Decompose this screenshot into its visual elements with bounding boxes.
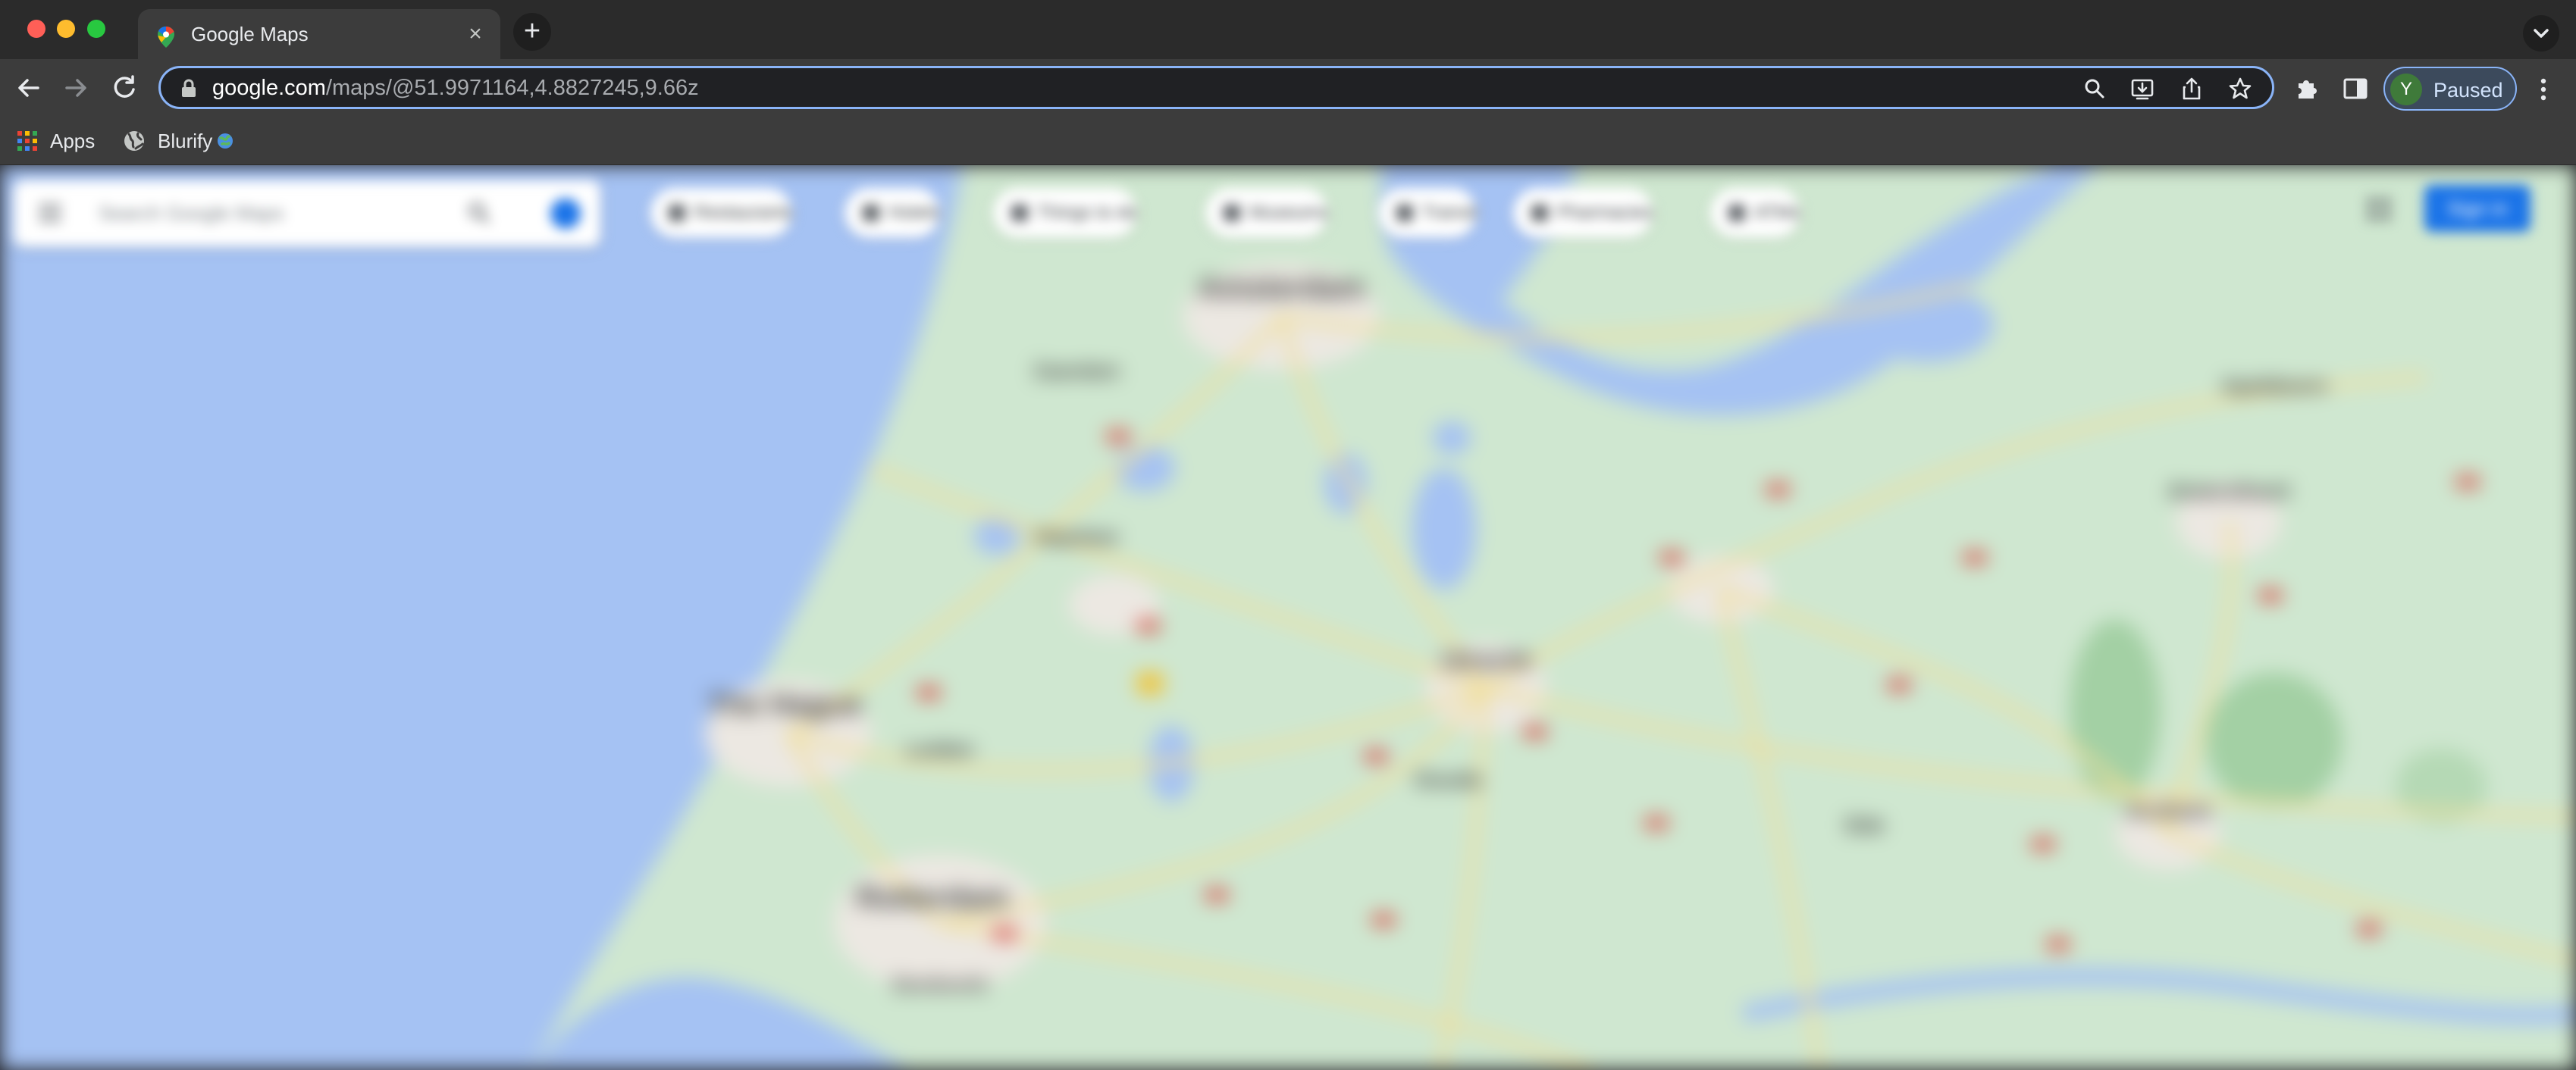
tab-title: Google Maps <box>191 23 309 45</box>
chip-hotels[interactable]: Hotels <box>845 188 941 238</box>
profile-button[interactable]: Y Paused <box>2383 67 2517 111</box>
map-search-box[interactable]: Search Google Maps <box>14 180 600 247</box>
directions-icon[interactable] <box>550 199 581 229</box>
bookmarks-bar: Apps Blurify <box>0 118 2576 165</box>
address-bar[interactable]: google.com/maps/@51.9971164,4.8827245,9.… <box>158 66 2274 109</box>
window-maximize-button[interactable] <box>87 20 105 38</box>
place-label: Utrecht <box>1440 646 1531 675</box>
window-close-button[interactable] <box>27 20 45 38</box>
share-icon[interactable] <box>2179 76 2205 102</box>
star-icon[interactable] <box>2227 76 2253 102</box>
place-label: Arnhem <box>2125 799 2211 824</box>
install-icon[interactable] <box>2129 76 2155 102</box>
url-host: google.com <box>212 76 326 100</box>
bookmark-label: Apps <box>50 129 96 152</box>
sign-in-button[interactable]: Sign in <box>2424 185 2531 232</box>
place-label: Rotterdam <box>857 881 1008 915</box>
map-canvas[interactable]: Amsterdam Utrecht The Hague Rotterdam Leiden… <box>0 165 2576 1070</box>
url-text: google.com/maps/@51.9971164,4.8827245,9.… <box>212 76 699 101</box>
search-icon[interactable] <box>2082 76 2107 102</box>
forest <box>2070 620 2161 802</box>
place-label: Amersfoort <box>2167 479 2290 504</box>
bookmark-blurify[interactable]: Blurify <box>123 124 233 158</box>
puzzle-icon[interactable] <box>2292 74 2321 103</box>
browser-toolbar: google.com/maps/@51.9971164,4.8827245,9.… <box>0 59 2576 118</box>
place-label: Ede <box>1845 813 1884 837</box>
plus-icon[interactable]: + <box>513 13 551 51</box>
place-label: The Hague <box>707 688 862 721</box>
tab-google-maps[interactable]: Google Maps × <box>138 9 500 61</box>
arrow-left-icon[interactable] <box>11 70 47 106</box>
lock-icon <box>182 79 196 97</box>
reload-icon[interactable] <box>106 70 143 106</box>
tab-strip: Google Maps × + <box>0 0 2576 61</box>
hamburger-menu-icon[interactable] <box>36 202 64 224</box>
place-label: Apeldoorn <box>2221 374 2327 397</box>
bookmark-label: Blurify <box>158 129 213 152</box>
maps-top-controls: Search Google Maps Restaurants Hotels Th… <box>0 165 2576 256</box>
place-label: Leiden <box>906 737 974 761</box>
map-search-input[interactable]: Search Google Maps <box>99 202 284 225</box>
window-minimize-button[interactable] <box>57 20 75 38</box>
place-label: Dordrecht <box>893 973 988 996</box>
chip-restaurants[interactable]: Restaurants <box>650 188 793 238</box>
lake-water <box>1412 468 1476 590</box>
chip-transit[interactable]: Transit <box>1378 188 1478 238</box>
place-label: Amsterdam <box>1198 271 1365 305</box>
search-icon[interactable] <box>465 199 494 227</box>
globe-icon <box>124 131 144 151</box>
side-panel-icon[interactable] <box>2341 74 2370 103</box>
place-label: Haarlem <box>1035 525 1119 549</box>
place-label: Gouda <box>1415 768 1482 791</box>
arrow-right-icon[interactable] <box>58 70 94 106</box>
lake-water <box>1433 421 1471 455</box>
chip-atms[interactable]: ATMs <box>1710 188 1800 238</box>
forest <box>2206 673 2343 809</box>
bookmark-apps[interactable]: Apps <box>17 124 95 158</box>
chip-museums[interactable]: Museums <box>1205 188 1329 238</box>
google-apps-icon[interactable] <box>2364 194 2394 224</box>
close-icon[interactable]: × <box>462 21 488 47</box>
avatar: Y <box>2390 74 2422 105</box>
toll-marker <box>1137 673 1163 694</box>
chip-pharmacies[interactable]: Pharmacies <box>1513 188 1653 238</box>
google-maps-pin-icon <box>158 27 174 48</box>
profile-status-label: Paused <box>2433 79 2503 102</box>
place-label: Zaandam <box>1033 359 1120 382</box>
url-path: /maps/@51.9971164,4.8827245,9.66z <box>325 76 699 100</box>
earth-emoji-icon <box>218 133 233 149</box>
chip-things-to-do[interactable]: Things to do <box>993 188 1138 238</box>
map-tiles: Amsterdam Utrecht The Hague Rotterdam Leiden… <box>0 165 2576 1070</box>
chevron-down-icon[interactable] <box>2523 15 2559 52</box>
apps-grid-icon <box>17 131 37 151</box>
kebab-menu-icon[interactable] <box>2532 74 2555 105</box>
